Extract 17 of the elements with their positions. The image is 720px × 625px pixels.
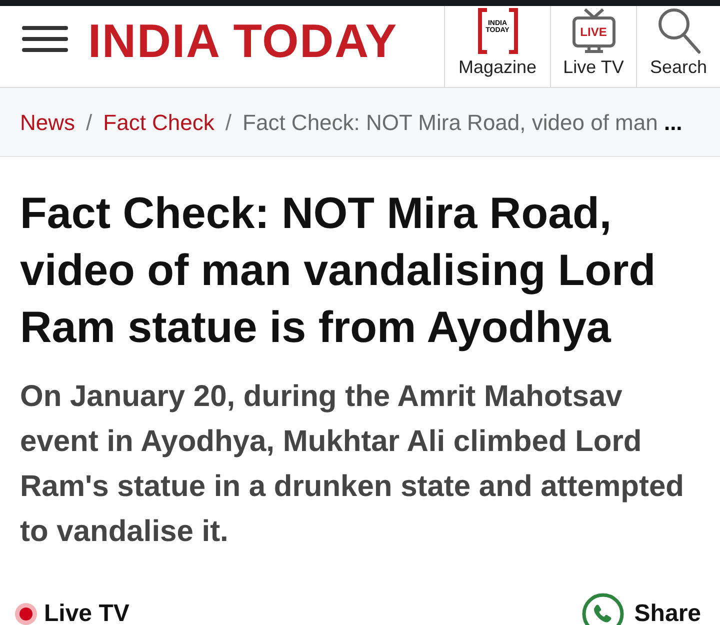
live-tv-link[interactable]: LIVE Live TV: [550, 6, 636, 87]
article-headline: Fact Check: NOT Mira Road, video of man vandalising Lord Ram statue is from Ayodhya: [20, 188, 657, 354]
site-logo[interactable]: INDIA TODAY: [88, 17, 398, 64]
breadcrumb-separator: /: [225, 108, 232, 136]
breadcrumb-link[interactable]: Fact Check: [103, 106, 214, 138]
breadcrumb-link[interactable]: News: [20, 106, 76, 138]
search-icon: [656, 8, 700, 54]
live-tv-button[interactable]: Live TV: [15, 602, 130, 625]
menu-icon[interactable]: [22, 26, 68, 52]
breadcrumb-separator: /: [86, 108, 92, 136]
live-dot-icon: [15, 603, 37, 625]
phone-icon: [582, 593, 624, 625]
share-button[interactable]: Share: [582, 593, 701, 625]
article-summary: On January 20, during the Amrit Mahotsav event in Ayodhya, Mukhtar Ali climbed Lord Ram's statue in a drunken state and attempted to vandalise it.: [20, 379, 685, 550]
page-title-text: Fact Check: NOT Mira Road, video of man ...: [242, 108, 682, 136]
search-button[interactable]: Search: [636, 6, 720, 87]
tv-logo: LIVE: [572, 8, 616, 54]
